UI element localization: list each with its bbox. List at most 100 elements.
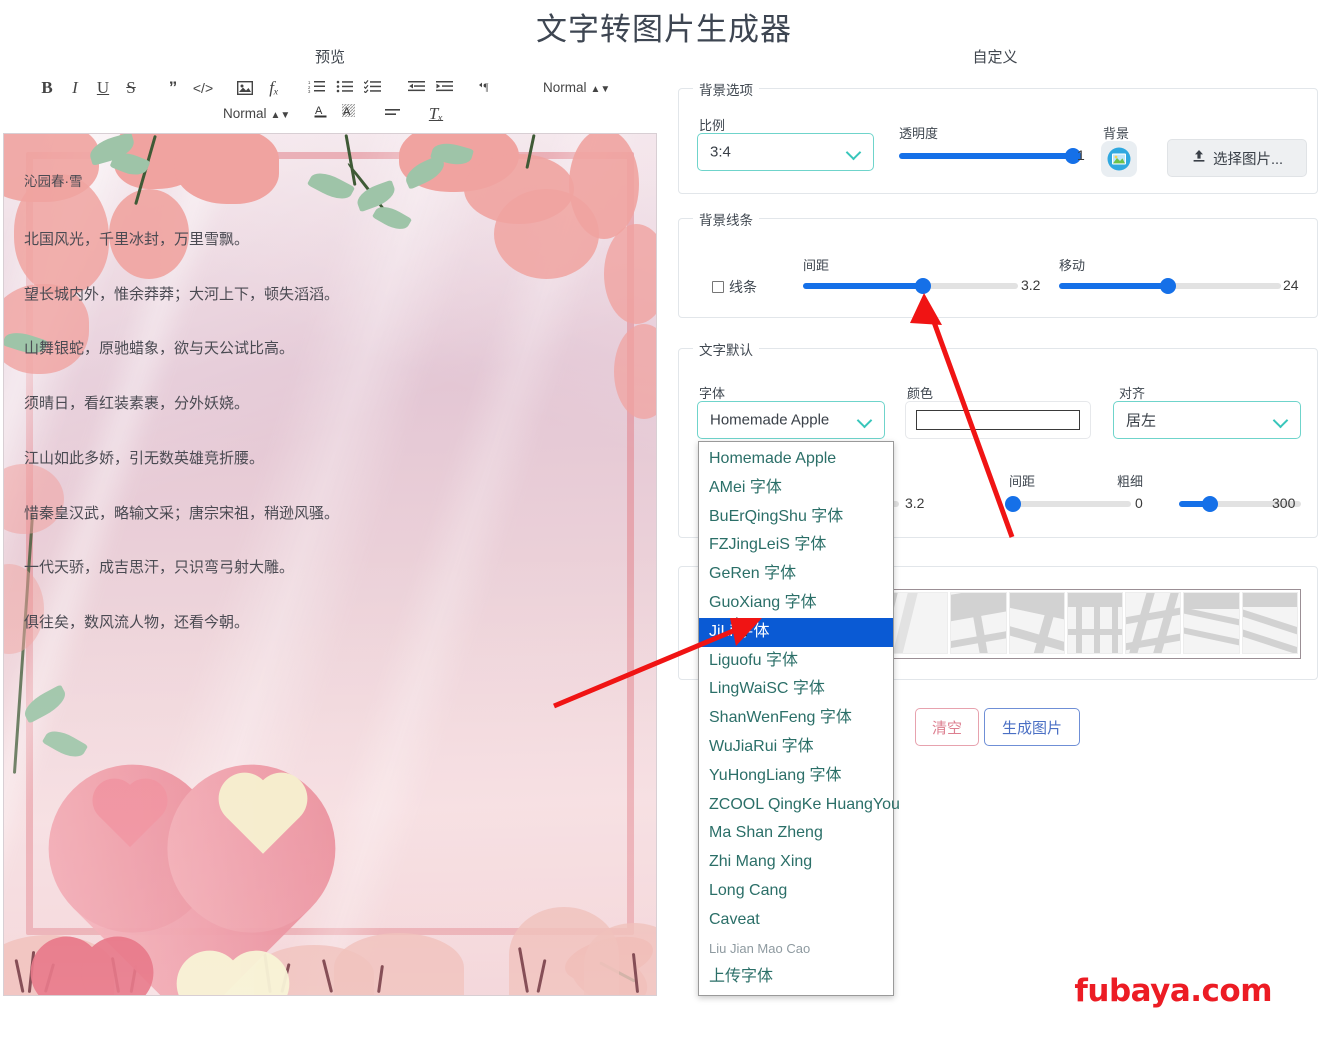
font-value: Homemade Apple xyxy=(710,411,830,429)
chevron-down-icon xyxy=(847,145,861,159)
stepper-caret-icon: ▲▼ xyxy=(590,84,611,95)
slider-track xyxy=(1009,501,1131,507)
font-dropdown-list[interactable]: Homemade Apple AMei 字体 BuErQingShu 字体 FZ… xyxy=(698,441,900,997)
background-color-icon[interactable]: A xyxy=(338,100,360,128)
upload-icon xyxy=(1191,148,1207,168)
italic-icon[interactable]: I xyxy=(64,74,86,102)
formula-icon[interactable]: fₓ xyxy=(262,74,286,102)
thumbnail-item[interactable] xyxy=(892,592,949,654)
font-color-icon[interactable]: A xyxy=(310,100,332,128)
poem-text[interactable]: 沁园春·雪 北国风光，千里冰封，万里雪飘。 望长城内外，惟余莽莽；大河上下，顿失… xyxy=(24,174,632,669)
background-options-legend: 背景选项 xyxy=(693,79,759,99)
font-option[interactable]: Caveat xyxy=(699,906,893,935)
thumbnail-item[interactable] xyxy=(950,592,1007,654)
text-spacing-slider[interactable] xyxy=(1004,495,1131,513)
outdent-icon[interactable] xyxy=(406,74,428,102)
font-option[interactable]: Long Cang xyxy=(699,877,893,906)
ordered-list-icon[interactable]: 123 xyxy=(306,74,328,102)
insert-image-icon[interactable] xyxy=(234,74,256,102)
pick-image-button[interactable]: 选择图片... xyxy=(1167,139,1307,177)
image-picker-icon[interactable] xyxy=(1101,141,1137,177)
font-option[interactable]: YuHongLiang 字体 xyxy=(699,762,893,791)
preview-heading: 预览 xyxy=(314,49,345,66)
font-option[interactable]: ZCOOL QingKe HuangYou xyxy=(699,791,900,820)
lines-checkbox[interactable]: 线条 xyxy=(712,277,757,297)
preview-canvas[interactable]: 沁园春·雪 北国风光，千里冰封，万里雪飘。 望长城内外，惟余莽莽；大河上下，顿失… xyxy=(3,133,657,996)
slider-knob[interactable] xyxy=(1159,278,1176,294)
font-option[interactable]: AMei 字体 xyxy=(699,474,893,503)
lines-spacing-slider[interactable] xyxy=(803,277,1018,295)
color-field[interactable] xyxy=(905,401,1091,439)
ratio-value: 3:4 xyxy=(710,143,731,161)
background-lines-group: 背景线条 线条 间距 3.2 移动 24 xyxy=(678,209,1318,318)
lines-move-slider[interactable] xyxy=(1059,277,1281,295)
font-option[interactable]: Liguofu 字体 xyxy=(699,647,893,676)
opacity-slider[interactable] xyxy=(899,147,1081,165)
font-option[interactable]: Homemade Apple xyxy=(699,445,893,474)
font-option[interactable]: GuoXiang 字体 xyxy=(699,589,893,618)
text-weight-label: 粗细 xyxy=(1117,474,1144,489)
indent-icon[interactable] xyxy=(434,74,456,102)
svg-text:A: A xyxy=(343,106,351,118)
lines-spacing-label: 间距 xyxy=(803,258,830,273)
font-option-selected[interactable]: JiLi 字体 xyxy=(699,617,893,647)
poem-line: 山舞银蛇，原驰蜡象，欲与天公试比高。 xyxy=(24,340,295,358)
checkbox-box[interactable] xyxy=(712,281,724,293)
poem-line: 须晴日，看红装素裹，分外妖娆。 xyxy=(24,395,250,413)
svg-text:A: A xyxy=(315,105,323,117)
poem-line: 江山如此多娇，引无数英雄竞折腰。 xyxy=(24,449,265,467)
bullet-list-icon[interactable] xyxy=(334,74,356,102)
check-list-icon[interactable] xyxy=(362,74,384,102)
text-direction-icon[interactable]: ¶ xyxy=(476,74,498,102)
slider-knob[interactable] xyxy=(1201,496,1218,512)
font-option[interactable]: GeRen 字体 xyxy=(699,560,893,589)
font-option[interactable]: Ma Shan Zheng xyxy=(699,819,893,848)
bold-icon[interactable]: B xyxy=(36,74,58,102)
font-option[interactable]: BuErQingShu 字体 xyxy=(699,503,893,532)
generate-button-label: 生成图片 xyxy=(1001,719,1062,737)
stepper-caret-icon-2: ▲▼ xyxy=(270,110,291,121)
blockquote-icon[interactable]: ” xyxy=(162,74,184,102)
color-swatch[interactable] xyxy=(916,410,1080,430)
clear-button[interactable]: 清空 xyxy=(915,708,979,746)
text-defaults-legend: 文字默认 xyxy=(693,339,759,359)
text-spacing-value: 0 xyxy=(1135,495,1143,511)
heading-size-value-row2: Normal xyxy=(223,106,267,121)
align-select[interactable]: 居左 xyxy=(1113,401,1301,439)
thumbnail-item[interactable] xyxy=(1241,592,1298,654)
background-label: 背景 xyxy=(1103,126,1130,141)
strikethrough-icon[interactable]: S xyxy=(120,74,142,102)
thumbnail-item[interactable] xyxy=(1066,592,1124,654)
opacity-label: 透明度 xyxy=(899,126,939,141)
generate-button[interactable]: 生成图片 xyxy=(984,708,1080,746)
font-option[interactable]: Zhi Mang Xing xyxy=(699,848,893,877)
heading-size-value-row1: Normal xyxy=(543,80,587,95)
background-thumbnail-strip[interactable] xyxy=(889,589,1301,659)
font-option[interactable]: FZJingLeiS 字体 xyxy=(699,531,893,560)
heading-size-select-row2[interactable]: Normal ▲▼ xyxy=(223,104,290,124)
heading-size-select-row1[interactable]: Normal ▲▼ xyxy=(543,78,610,98)
slider-fill xyxy=(803,283,924,289)
ratio-label: 比例 xyxy=(699,118,726,133)
font-option[interactable]: LingWaiSC 字体 xyxy=(699,675,893,704)
thumbnail-item[interactable] xyxy=(1125,592,1182,654)
font-option[interactable]: ShanWenFeng 字体 xyxy=(699,704,893,733)
thumbnail-item[interactable] xyxy=(1008,592,1065,654)
poem-line: 一代天骄，成吉思汗，只识弯弓射大雕。 xyxy=(24,559,295,577)
slider-knob[interactable] xyxy=(1004,496,1021,512)
font-option[interactable]: Liu Jian Mao Cao xyxy=(699,935,893,964)
thumbnail-item[interactable] xyxy=(1183,592,1240,654)
clear-format-icon[interactable]: Tₓ xyxy=(424,100,448,128)
toolbar-row-2: Normal ▲▼ A A Tₓ xyxy=(0,100,660,128)
underline-icon[interactable]: U xyxy=(92,74,114,102)
align-icon[interactable] xyxy=(382,100,404,128)
opacity-value: 1 xyxy=(1077,147,1085,163)
lines-move-value: 24 xyxy=(1283,277,1299,293)
font-option[interactable]: WuJiaRui 字体 xyxy=(699,733,893,762)
slider-knob[interactable] xyxy=(915,278,932,294)
ratio-select[interactable]: 3:4 xyxy=(697,133,874,171)
font-select[interactable]: Homemade Apple xyxy=(697,401,885,439)
custom-heading: 自定义 xyxy=(972,49,1018,66)
font-option-upload[interactable]: 上传字体 xyxy=(699,963,893,992)
code-block-icon[interactable]: </> xyxy=(190,74,216,102)
